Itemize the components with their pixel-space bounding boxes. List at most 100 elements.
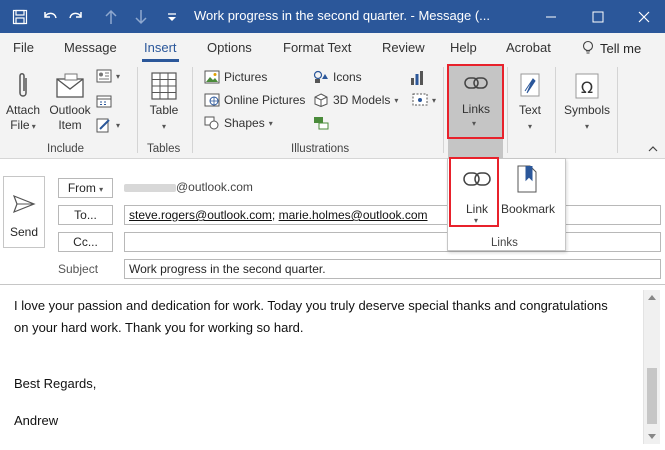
group-separator xyxy=(443,67,444,153)
text-button[interactable]: Text ▾ xyxy=(512,71,548,134)
svg-text:Ω: Ω xyxy=(581,78,593,97)
symbols-button[interactable]: Ω Symbols ▾ xyxy=(562,71,612,134)
vertical-scrollbar[interactable] xyxy=(643,290,660,444)
send-button[interactable]: Send xyxy=(3,176,45,248)
chevron-down-icon: ▾ xyxy=(29,122,36,131)
from-button[interactable]: From ▾ xyxy=(58,178,113,198)
collapse-ribbon-icon[interactable] xyxy=(648,145,658,153)
bookmark-label: Bookmark xyxy=(501,202,556,216)
shapes-button[interactable]: Shapes ▾ xyxy=(204,116,273,130)
envelope-icon xyxy=(56,73,84,98)
paperclip-icon xyxy=(19,73,27,97)
chevron-down-icon: ▾ xyxy=(161,122,166,131)
body-line: on your hard work. Thank you for working… xyxy=(14,320,304,335)
recipient-address[interactable]: steve.rogers@outlook.com xyxy=(129,208,272,222)
table-button[interactable]: Table ▾ xyxy=(145,71,183,134)
title-bar: Work progress in the second quarter. - M… xyxy=(0,0,665,33)
screenshot-button[interactable]: ▾ xyxy=(412,93,436,107)
business-card-button[interactable]: ▾ xyxy=(96,69,120,83)
3d-models-label: 3D Models xyxy=(333,93,391,107)
3d-models-button[interactable]: 3D Models ▾ xyxy=(313,93,398,107)
outlook-item-label-1: Outlook xyxy=(49,103,91,117)
pictures-icon xyxy=(204,70,220,84)
scroll-down-icon[interactable] xyxy=(648,434,656,440)
pictures-button[interactable]: Pictures xyxy=(204,70,267,84)
save-icon[interactable] xyxy=(8,0,32,33)
up-arrow-icon[interactable] xyxy=(99,0,123,33)
calendar-button[interactable] xyxy=(96,94,112,108)
bookmark-button[interactable]: Bookmark xyxy=(501,162,555,226)
scroll-up-icon[interactable] xyxy=(648,294,656,300)
group-separator xyxy=(617,67,618,153)
lightbulb-icon xyxy=(582,40,594,54)
pictures-label: Pictures xyxy=(224,70,268,84)
bookmark-icon xyxy=(517,165,537,193)
icons-icon xyxy=(313,70,328,83)
group-label-links: Links xyxy=(491,237,518,249)
smartart-button[interactable] xyxy=(313,116,329,130)
screenshot-icon xyxy=(412,93,428,106)
omega-icon: Ω xyxy=(575,73,599,99)
from-label: From xyxy=(67,181,96,195)
body-signature: Andrew xyxy=(14,413,59,428)
tab-acrobat[interactable]: Acrobat xyxy=(506,40,551,55)
group-label-include: Include xyxy=(47,143,85,155)
cc-field[interactable] xyxy=(124,232,661,252)
symbols-label: Symbols xyxy=(563,103,610,117)
customize-icon[interactable] xyxy=(160,0,184,33)
chart-button[interactable] xyxy=(409,70,425,86)
tab-options[interactable]: Options xyxy=(207,40,252,55)
chevron-down-icon: ▾ xyxy=(99,185,104,194)
tab-format-text[interactable]: Format Text xyxy=(283,40,351,55)
table-icon xyxy=(151,72,177,100)
text-cursor-icon xyxy=(520,73,540,97)
subject-field[interactable]: Work progress in the second quarter. xyxy=(124,259,661,279)
undo-icon[interactable] xyxy=(38,0,62,33)
tab-review[interactable]: Review xyxy=(382,40,425,55)
tab-insert[interactable]: Insert xyxy=(142,40,179,62)
body-line: I love your passion and dedication for w… xyxy=(14,298,608,313)
shapes-label: Shapes xyxy=(224,116,265,130)
outlook-item-button[interactable]: Outlook Item xyxy=(47,71,93,133)
minimize-icon[interactable] xyxy=(536,0,566,33)
online-pictures-label: Online Pictures xyxy=(224,93,306,107)
to-button[interactable]: To... xyxy=(58,205,113,225)
icons-label: Icons xyxy=(333,70,362,84)
attach-file-button[interactable]: Attach File ▾ xyxy=(5,71,41,134)
recipient-address[interactable]: marie.holmes@outlook.com xyxy=(279,208,428,222)
send-label: Send xyxy=(9,225,39,239)
cc-button[interactable]: Cc... xyxy=(58,232,113,252)
cube-icon xyxy=(314,93,328,107)
signature-icon xyxy=(96,118,110,133)
close-icon[interactable] xyxy=(629,0,659,33)
group-separator xyxy=(192,67,193,153)
window-title: Work progress in the second quarter. - M… xyxy=(194,8,491,23)
scrollbar-thumb[interactable] xyxy=(647,368,657,424)
signature-button[interactable]: ▾ xyxy=(96,117,120,133)
down-arrow-icon[interactable] xyxy=(129,0,153,33)
tab-file[interactable]: File xyxy=(13,40,34,55)
from-domain: @outlook.com xyxy=(176,180,253,194)
chevron-down-icon: ▾ xyxy=(584,122,589,131)
online-pictures-icon xyxy=(204,93,220,107)
recipient-separator: ; xyxy=(271,208,276,222)
outlook-item-label-2: Item xyxy=(58,118,82,132)
redo-icon[interactable] xyxy=(64,0,88,33)
icons-button[interactable]: Icons xyxy=(313,70,362,84)
ribbon-tabs: File Message Insert Options Format Text … xyxy=(0,33,665,63)
restore-icon[interactable] xyxy=(583,0,613,33)
to-field[interactable]: steve.rogers@outlook.com; marie.holmes@o… xyxy=(124,205,661,225)
redacted-username xyxy=(124,183,176,192)
smartart-icon xyxy=(314,117,329,130)
link-highlight-box xyxy=(449,157,499,227)
tell-me-search[interactable]: Tell me xyxy=(582,40,641,56)
attach-file-label-2: File xyxy=(10,118,30,132)
tab-message[interactable]: Message xyxy=(64,40,117,55)
tab-help[interactable]: Help xyxy=(450,40,477,55)
online-pictures-button[interactable]: Online Pictures xyxy=(204,93,305,107)
chevron-down-icon: ▾ xyxy=(268,118,273,128)
business-card-icon xyxy=(96,69,112,83)
links-highlight-box xyxy=(447,64,504,139)
calendar-icon xyxy=(96,95,112,108)
ribbon: Attach File ▾ Outlook Item ▾ ▾ Include T… xyxy=(0,63,665,160)
